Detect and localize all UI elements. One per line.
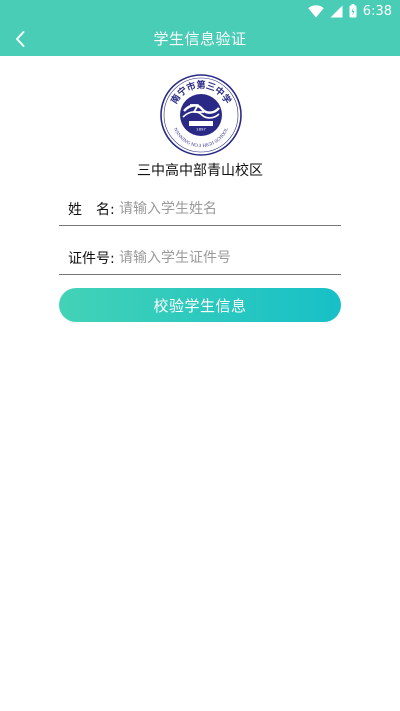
student-id-label: 证件号: <box>68 251 115 267</box>
app-bar: 学生信息验证 <box>0 22 400 56</box>
student-name-field: 姓 名: <box>59 193 341 226</box>
school-logo: 南宁市第三中学 NANNING NO.3 HIGH SCHOOL 1897 <box>160 74 242 156</box>
verify-student-button[interactable]: 校验学生信息 <box>59 288 341 322</box>
status-bar: 6:38 <box>0 0 400 22</box>
status-time: 6:38 <box>362 3 392 19</box>
status-icons: 6:38 <box>308 2 392 20</box>
student-id-field: 证件号: <box>59 242 341 275</box>
wifi-icon <box>308 4 324 17</box>
student-name-label: 姓 名: <box>68 202 115 218</box>
cellular-signal-icon <box>330 5 343 17</box>
battery-icon <box>349 4 357 18</box>
student-name-input[interactable] <box>115 195 341 223</box>
campus-name: 三中高中部青山校区 <box>137 163 263 179</box>
page-title: 学生信息验证 <box>153 30 247 48</box>
logo-year: 1897 <box>196 127 206 132</box>
student-id-input[interactable] <box>115 244 341 272</box>
